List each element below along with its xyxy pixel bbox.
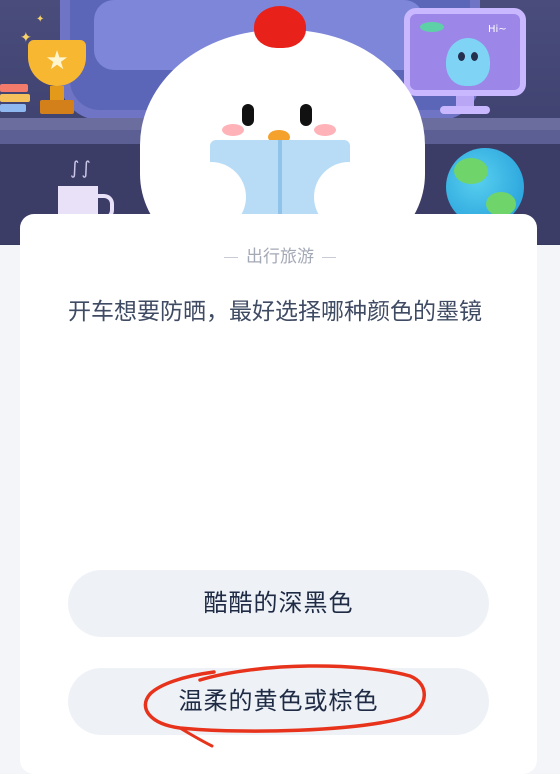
answer-option-1[interactable]: 酷酷的深黑色 [68,570,489,637]
header-illustration: ✦ ✦ ★ Hi~ ∫∫ [0,0,560,245]
monitor-greeting: Hi~ [488,24,507,35]
chick-comb [254,6,306,48]
sparkle-icon: ✦ [36,14,45,25]
answer-option-2[interactable]: 温柔的黄色或棕色 [68,668,489,735]
chick-eye [242,104,254,126]
alien-icon [446,38,490,86]
category-label: 出行旅游 [0,242,560,267]
question-text: 开车想要防晒，最好选择哪种颜色的墨镜 [68,299,482,325]
chick-eye [300,104,312,126]
monitor-icon: Hi~ [404,8,526,96]
ufo-icon [420,22,444,32]
books-icon [0,84,30,114]
category-text: 出行旅游 [246,247,314,267]
steam-icon: ∫∫ [70,158,93,179]
